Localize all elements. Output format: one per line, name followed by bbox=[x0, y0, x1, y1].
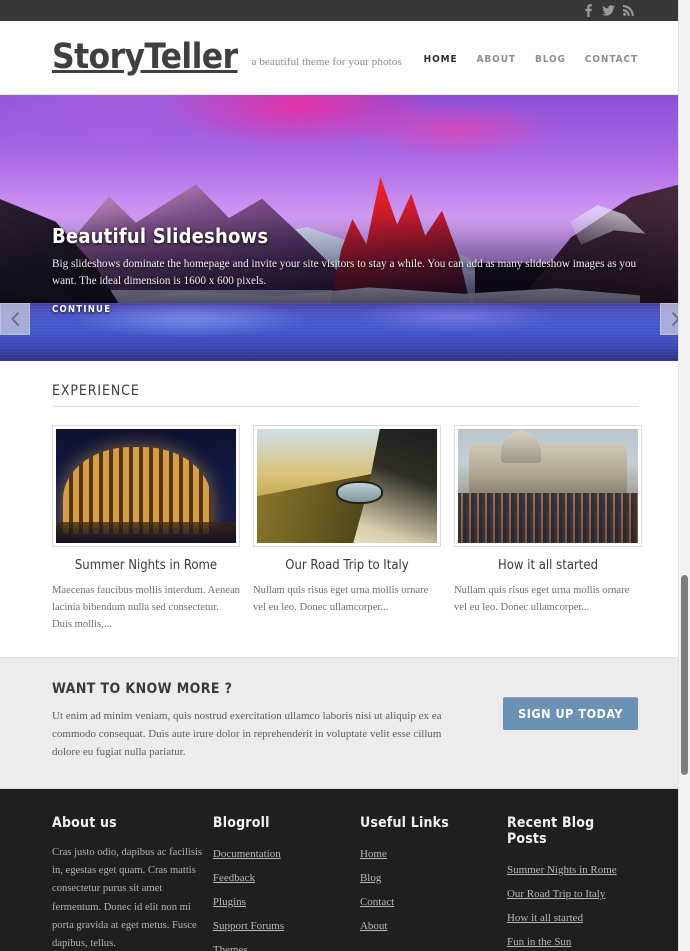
card-thumbnail-road-trip[interactable] bbox=[253, 425, 441, 547]
homepage-slideshow: Beautiful Slideshows Big slideshows domi… bbox=[0, 95, 690, 361]
card-title[interactable]: Summer Nights in Rome bbox=[52, 558, 240, 573]
crowd-shape bbox=[458, 492, 638, 543]
footer-recent-title: Recent Blog Posts bbox=[506, 814, 595, 847]
experience-card: Summer Nights in Rome Maecenas faucibus … bbox=[52, 425, 240, 633]
car-mirror-shape bbox=[336, 481, 383, 505]
card-excerpt: Nullam quis risus eget urna mollis ornar… bbox=[454, 585, 630, 614]
list-item: Feedback bbox=[213, 868, 360, 886]
list-item: Fun in the Sun bbox=[507, 932, 638, 950]
footer-about-title: About us bbox=[52, 814, 117, 831]
site-logo[interactable]: StoryTeller bbox=[52, 40, 238, 75]
slider-prev-arrow[interactable] bbox=[0, 303, 30, 335]
list-item: Plugins bbox=[213, 892, 360, 910]
experience-card-list: Summer Nights in Rome Maecenas faucibus … bbox=[52, 425, 642, 633]
twitter-icon[interactable] bbox=[598, 0, 618, 21]
footer-blogroll-list: Documentation Feedback Plugins Support F… bbox=[213, 844, 360, 951]
footer-column-useful-links: Useful Links Home Blog Contact About bbox=[360, 815, 507, 951]
facebook-icon[interactable] bbox=[578, 0, 598, 21]
card-excerpt: Nullam quis risus eget urna mollis ornar… bbox=[253, 585, 429, 614]
card-excerpt: Maecenas faucibus mollis interdum. Aenea… bbox=[52, 585, 240, 631]
sign-up-today-button[interactable]: SIGN UP TODAY bbox=[503, 697, 638, 731]
main-content: EXPERIENCE Summer Nights in Rome Maecena… bbox=[0, 361, 690, 658]
list-item: Support Forums bbox=[213, 916, 360, 934]
site-tagline: a beautiful theme for your photos bbox=[251, 56, 402, 68]
list-item: Documentation bbox=[213, 844, 360, 862]
list-item: Summer Nights in Rome bbox=[507, 860, 638, 878]
list-item: Blog bbox=[360, 868, 507, 886]
scrollbar-thumb[interactable] bbox=[681, 575, 688, 775]
main-navigation: HOME ABOUT BLOG CONTACT bbox=[424, 51, 638, 65]
footer-link-contact[interactable]: Contact bbox=[360, 896, 394, 908]
footer-useful-title: Useful Links bbox=[359, 814, 449, 831]
cta-description: Ut enim ad minim veniam, quis nostrud ex… bbox=[52, 710, 442, 759]
site-header: StoryTeller a beautiful theme for your p… bbox=[0, 21, 690, 95]
card-title[interactable]: How it all started bbox=[454, 558, 642, 573]
footer-blogroll-title: Blogroll bbox=[212, 814, 270, 831]
experience-card: How it all started Nullam quis risus ege… bbox=[454, 425, 642, 633]
list-item: How it all started bbox=[507, 908, 638, 926]
footer-link-themes[interactable]: Themes bbox=[213, 944, 248, 951]
list-item: Home bbox=[360, 844, 507, 862]
card-title[interactable]: Our Road Trip to Italy bbox=[253, 558, 441, 573]
footer-link-support-forums[interactable]: Support Forums bbox=[213, 920, 284, 932]
page-root: StoryTeller a beautiful theme for your p… bbox=[0, 0, 690, 951]
footer-link-documentation[interactable]: Documentation bbox=[213, 848, 281, 860]
footer-post-fun-in-the-sun[interactable]: Fun in the Sun bbox=[507, 936, 571, 948]
page-scrollbar[interactable] bbox=[678, 0, 690, 951]
slide-caption: Beautiful Slideshows Big slideshows domi… bbox=[52, 225, 638, 317]
footer-post-how-it-all-started[interactable]: How it all started bbox=[507, 912, 583, 924]
nav-item-contact[interactable]: CONTACT bbox=[585, 54, 638, 65]
vatican-image bbox=[458, 429, 638, 543]
experience-card: Our Road Trip to Italy Nullam quis risus… bbox=[253, 425, 441, 633]
footer-about-text: Cras justo odio, dapibus ac facilisis in… bbox=[52, 846, 203, 949]
footer-column-blogroll: Blogroll Documentation Feedback Plugins … bbox=[213, 815, 360, 951]
footer-link-blog[interactable]: Blog bbox=[360, 872, 381, 884]
slide-continue-button[interactable]: CONTINUE bbox=[52, 304, 111, 315]
nav-item-about[interactable]: ABOUT bbox=[477, 54, 516, 65]
slide-title: Beautiful Slideshows bbox=[52, 224, 269, 248]
cta-title: WANT TO KNOW MORE ? bbox=[52, 681, 233, 698]
footer-recent-list: Summer Nights in Rome Our Road Trip to I… bbox=[507, 860, 638, 951]
footer-post-summer-nights-in-rome[interactable]: Summer Nights in Rome bbox=[507, 864, 617, 876]
card-thumbnail-vatican[interactable] bbox=[454, 425, 642, 547]
cta-text-block: WANT TO KNOW MORE ? Ut enim ad minim ven… bbox=[52, 681, 472, 761]
nav-item-blog[interactable]: BLOG bbox=[535, 54, 566, 65]
experience-section-title: EXPERIENCE bbox=[52, 383, 638, 407]
footer-column-recent-posts: Recent Blog Posts Summer Nights in Rome … bbox=[507, 815, 638, 951]
rss-icon[interactable] bbox=[618, 0, 638, 21]
colosseum-image bbox=[56, 429, 236, 543]
top-social-bar bbox=[0, 0, 690, 21]
footer-post-our-road-trip-to-italy[interactable]: Our Road Trip to Italy bbox=[507, 888, 605, 900]
list-item: About bbox=[360, 916, 507, 934]
card-thumbnail-colosseum[interactable] bbox=[52, 425, 240, 547]
slide-description: Big slideshows dominate the homepage and… bbox=[52, 258, 637, 287]
nav-item-home[interactable]: HOME bbox=[424, 54, 458, 65]
site-footer: About us Cras justo odio, dapibus ac fac… bbox=[0, 788, 690, 951]
footer-link-plugins[interactable]: Plugins bbox=[213, 896, 246, 908]
footer-link-home[interactable]: Home bbox=[360, 848, 387, 860]
footer-column-about: About us Cras justo odio, dapibus ac fac… bbox=[52, 815, 213, 951]
road-trip-image bbox=[257, 429, 437, 543]
footer-link-feedback[interactable]: Feedback bbox=[213, 872, 255, 884]
footer-link-about[interactable]: About bbox=[360, 920, 388, 932]
list-item: Our Road Trip to Italy bbox=[507, 884, 638, 902]
call-to-action-section: WANT TO KNOW MORE ? Ut enim ad minim ven… bbox=[0, 657, 690, 789]
basilica-dome-shape bbox=[501, 431, 541, 464]
list-item: Contact bbox=[360, 892, 507, 910]
list-item: Themes bbox=[213, 940, 360, 951]
footer-useful-list: Home Blog Contact About bbox=[360, 844, 507, 934]
